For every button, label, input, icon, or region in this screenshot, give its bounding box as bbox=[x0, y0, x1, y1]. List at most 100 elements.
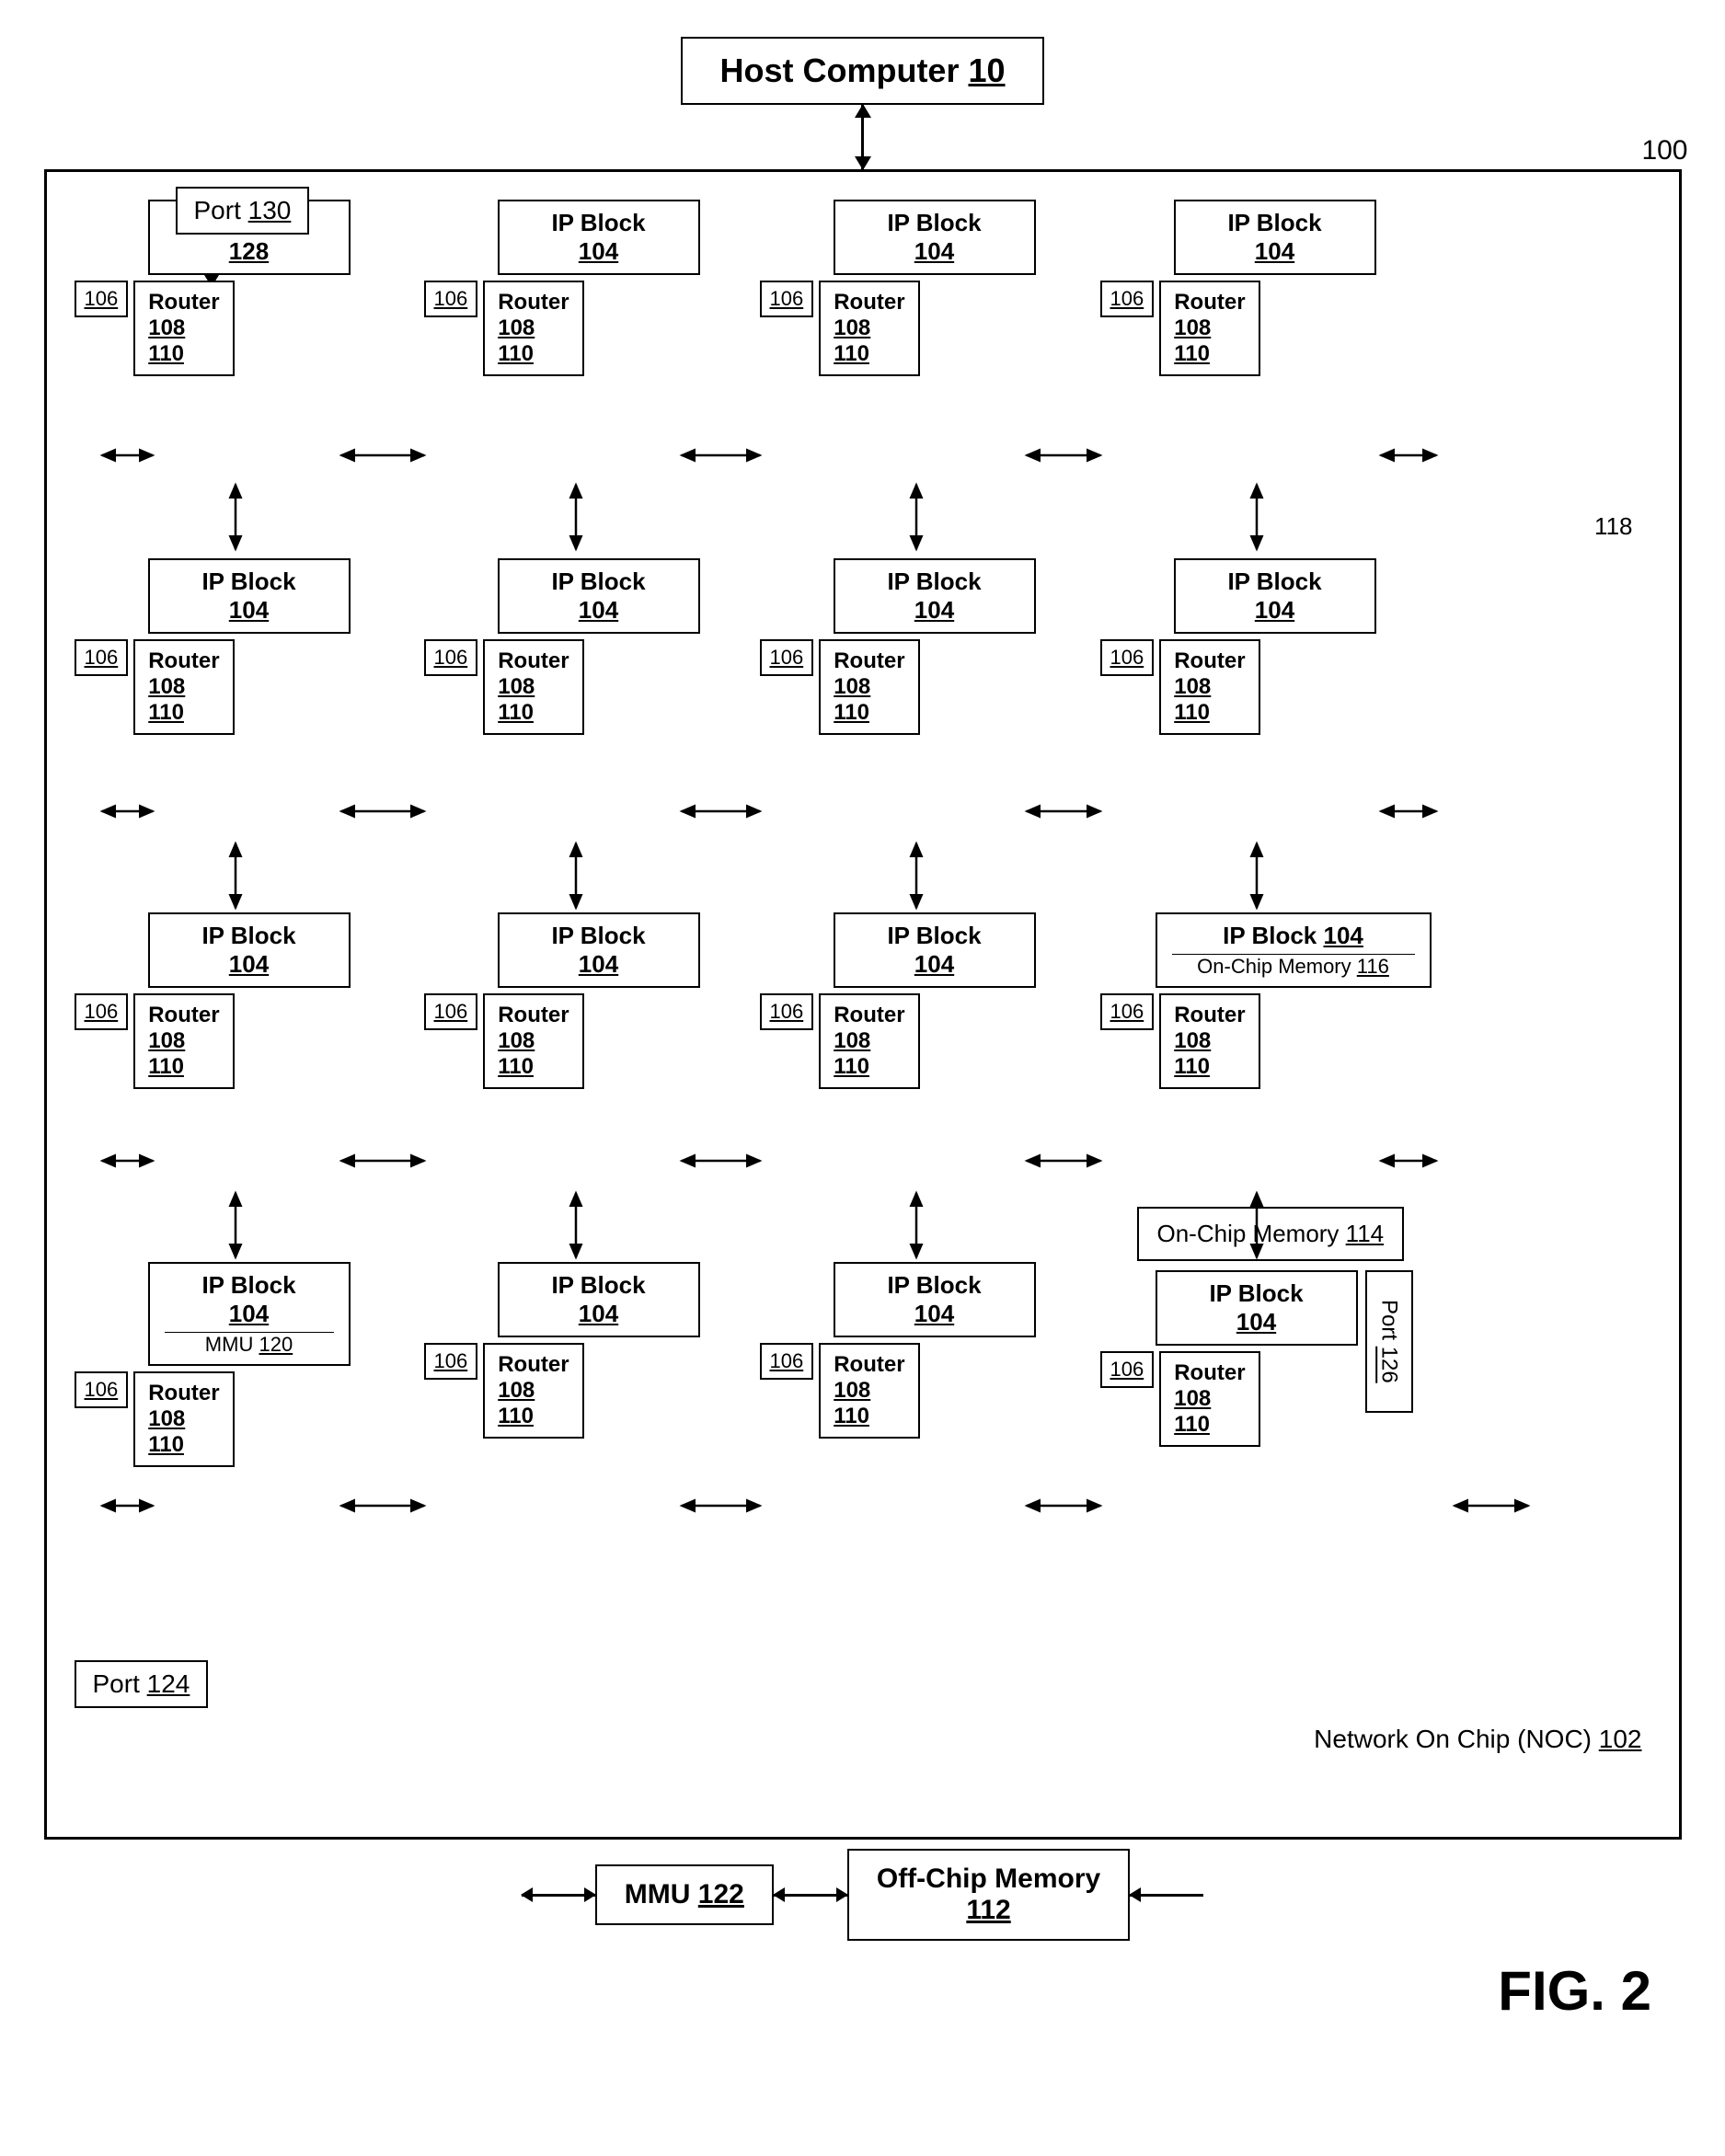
ipblock-num-r1c2: 104 bbox=[579, 237, 618, 265]
router-r2c2: 106 Router 108 110 bbox=[424, 639, 755, 735]
cell-r3c1: IP Block 104 106 Router 108 110 bbox=[75, 912, 406, 1089]
router-box-r1c3: Router 108 110 bbox=[819, 281, 919, 376]
port-106-r3c4: 106 bbox=[1100, 993, 1155, 1030]
router-r3c1: 106 Router 108 110 bbox=[75, 993, 406, 1089]
port-106-r2c4: 106 bbox=[1100, 639, 1155, 676]
router-box-r3c4: Router 108 110 bbox=[1159, 993, 1259, 1089]
port-106-r1c1: 106 bbox=[75, 281, 129, 317]
port-106-r4c4: 106 bbox=[1100, 1351, 1155, 1388]
router-box-r4c4: Router 108 110 bbox=[1159, 1351, 1259, 1447]
port-106-r2c2: 106 bbox=[424, 639, 478, 676]
port-130-label: Port bbox=[194, 196, 241, 224]
router-label-r1c1: Router bbox=[148, 290, 219, 315]
port-106-r1c2: 106 bbox=[424, 281, 478, 317]
ipblock-r3c1: IP Block 104 bbox=[148, 912, 351, 988]
router-r3c4: 106 Router 108 110 bbox=[1100, 993, 1487, 1089]
ipblock-label-r1c2: IP Block bbox=[551, 209, 645, 236]
cell-r2c3: IP Block 104 106 Router 108 110 bbox=[760, 558, 1091, 735]
port-106-r4c2: 106 bbox=[424, 1343, 478, 1380]
ipblock-r2c4: IP Block 104 bbox=[1174, 558, 1376, 634]
router-box-r1c4: Router 108 110 bbox=[1159, 281, 1259, 376]
bottom-section: MMU 122 Off-Chip Memory 112 bbox=[44, 1849, 1682, 1941]
host-computer-label: Host Computer bbox=[719, 52, 959, 89]
port-106-r2c3: 106 bbox=[760, 639, 814, 676]
router-box-r3c3: Router 108 110 bbox=[819, 993, 919, 1089]
cell-r3c2: IP Block 104 106 Router 108 110 bbox=[424, 912, 755, 1089]
label-118: 118 bbox=[1594, 512, 1632, 541]
port-126: Port 126 bbox=[1365, 1270, 1413, 1413]
router-r1c3: 106 Router 108 110 bbox=[760, 281, 1091, 376]
router-box-r4c1: Router 108 110 bbox=[133, 1371, 234, 1467]
noc-label: Network On Chip (NOC) 102 bbox=[1314, 1725, 1641, 1754]
port-106-r4c1: 106 bbox=[75, 1371, 129, 1408]
on-chip-memory-114-box: On-Chip Memory 114 bbox=[1137, 1207, 1405, 1261]
ipblock-r2c3: IP Block 104 bbox=[834, 558, 1036, 634]
cell-r1c4: IP Block 104 106 Router 108 110 bbox=[1100, 200, 1432, 376]
router-box-r2c1: Router 108 110 bbox=[133, 639, 234, 735]
cell-r1c3: IP Block 104 106 Router 108 110 bbox=[760, 200, 1091, 376]
router-r4c3: 106 Router 108 110 bbox=[760, 1343, 1091, 1439]
router-box-r2c2: Router 108 110 bbox=[483, 639, 583, 735]
ipblock-r2c2: IP Block 104 bbox=[498, 558, 700, 634]
router-box-r1c2: Router 108 110 bbox=[483, 281, 583, 376]
cell-r2c2: IP Block 104 106 Router 108 110 bbox=[424, 558, 755, 735]
page: Host Computer 10 100 Port 130 bbox=[0, 0, 1725, 2156]
router-r2c4: 106 Router 108 110 bbox=[1100, 639, 1432, 735]
cell-r4c3: IP Block 104 106 Router 108 110 bbox=[760, 1262, 1091, 1439]
port-106-label-r1c1: 106 bbox=[85, 287, 119, 310]
ipblock-memory-116: IP Block 104 On-Chip Memory 116 bbox=[1156, 912, 1432, 988]
ipblock-r2c1: IP Block 104 bbox=[148, 558, 351, 634]
port-106-r1c4: 106 bbox=[1100, 281, 1155, 317]
port-106-r4c3: 106 bbox=[760, 1343, 814, 1380]
mmu-122-box: MMU 122 bbox=[595, 1864, 774, 1925]
router-num-r1c1: 110 bbox=[148, 341, 184, 366]
ipblock-r1c3: IP Block 104 bbox=[834, 200, 1036, 275]
router-r1c4: 106 Router 108 110 bbox=[1100, 281, 1432, 376]
router-box-r2c4: Router 108 110 bbox=[1159, 639, 1259, 735]
mmu-120-label: MMU 120 bbox=[165, 1332, 334, 1357]
port-130: Port 130 bbox=[176, 187, 310, 235]
cell-r4c2: IP Block 104 106 Router 108 110 bbox=[424, 1262, 755, 1439]
port-106-r1c3: 106 bbox=[760, 281, 814, 317]
cell-r3c3: IP Block 104 106 Router 108 110 bbox=[760, 912, 1091, 1089]
port-106-r2c1: 106 bbox=[75, 639, 129, 676]
memory-116-label: On-Chip Memory 116 bbox=[1172, 954, 1415, 979]
cell-r3c4: IP Block 104 On-Chip Memory 116 106 Rout… bbox=[1100, 912, 1487, 1089]
ipblock-r1c2: IP Block 104 bbox=[498, 200, 700, 275]
cell-r4c1: IP Block 104 MMU 120 106 Router 108 110 bbox=[75, 1262, 406, 1467]
port-106-r3c3: 106 bbox=[760, 993, 814, 1030]
link-108-r1c1: 108 bbox=[148, 315, 185, 340]
router-r1c2: 106 Router 108 110 bbox=[424, 281, 755, 376]
ipblock-r4c2: IP Block 104 bbox=[498, 1262, 700, 1337]
ipblock-r1c4: IP Block 104 bbox=[1174, 200, 1376, 275]
cell-r1c2: IP Block 104 106 Router 108 110 bbox=[424, 200, 755, 376]
noc-container: 100 Port 130 bbox=[44, 169, 1682, 1840]
off-chip-memory-box: Off-Chip Memory 112 bbox=[847, 1849, 1130, 1941]
port-130-number: 130 bbox=[248, 196, 292, 224]
router-r4c4: 106 Router 108 110 bbox=[1100, 1351, 1358, 1447]
router-r4c1: 106 Router 108 110 bbox=[75, 1371, 406, 1467]
hip-number: 128 bbox=[229, 237, 269, 265]
router-box-r4c2: Router 108 110 bbox=[483, 1343, 583, 1439]
ipblock-r4c3: IP Block 104 bbox=[834, 1262, 1036, 1337]
router-box-r1c1: Router 108 110 bbox=[133, 281, 234, 376]
ipblock-r4c4: IP Block 104 bbox=[1156, 1270, 1358, 1346]
port-106-r3c1: 106 bbox=[75, 993, 129, 1030]
port-106-r3c2: 106 bbox=[424, 993, 478, 1030]
router-r2c1: 106 Router 108 110 bbox=[75, 639, 406, 735]
router-r3c2: 106 Router 108 110 bbox=[424, 993, 755, 1089]
router-r2c3: 106 Router 108 110 bbox=[760, 639, 1091, 735]
ipblock-r3c3: IP Block 104 bbox=[834, 912, 1036, 988]
label-100: 100 bbox=[1641, 135, 1687, 166]
router-r3c3: 106 Router 108 110 bbox=[760, 993, 1091, 1089]
cell-r2c1: IP Block 104 106 Router 108 110 bbox=[75, 558, 406, 735]
cell-r4c4: On-Chip Memory 114 IP Block 104 106 Rout… bbox=[1100, 1207, 1524, 1447]
router-box-r3c2: Router 108 110 bbox=[483, 993, 583, 1089]
router-r4c2: 106 Router 108 110 bbox=[424, 1343, 755, 1439]
fig-label: FIG. 2 bbox=[1498, 1959, 1651, 2023]
host-computer-box: Host Computer 10 bbox=[681, 37, 1043, 105]
cell-r2c4: IP Block 104 106 Router 108 110 bbox=[1100, 558, 1432, 735]
port-124: Port 124 bbox=[75, 1660, 209, 1708]
router-box-r2c3: Router 108 110 bbox=[819, 639, 919, 735]
router-r1c1: 106 Router 108 110 bbox=[75, 281, 406, 376]
